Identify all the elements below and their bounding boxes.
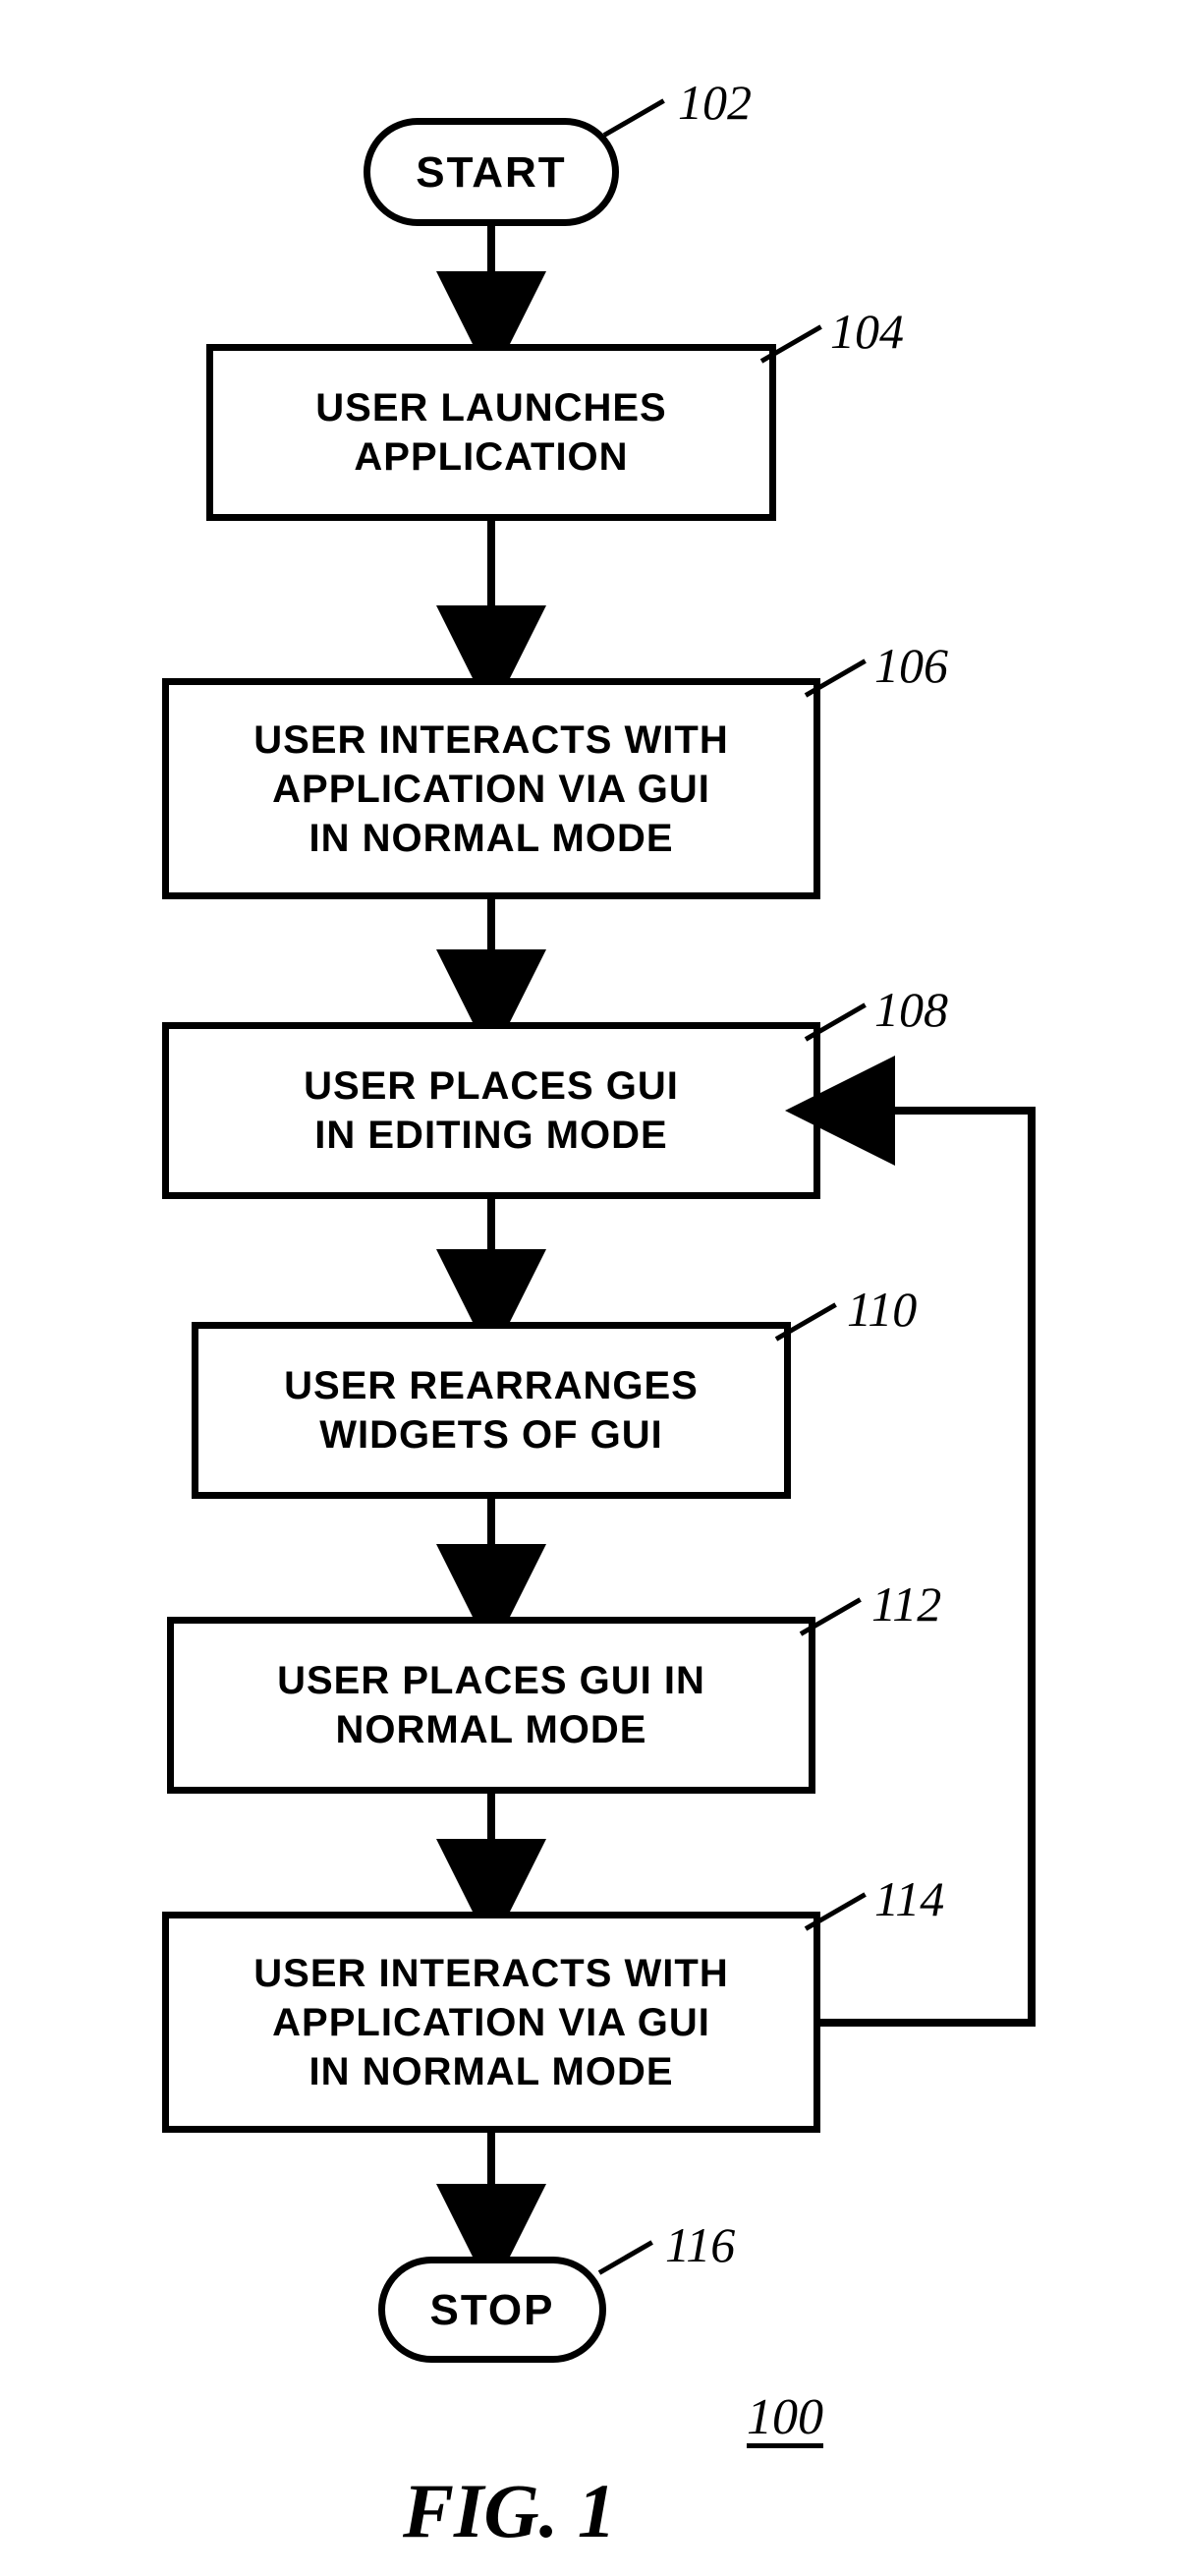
figure-number: 100 xyxy=(747,2388,823,2446)
flowchart-canvas: START 102 USER LAUNCHES APPLICATION 104 … xyxy=(0,0,1178,2576)
arrow-feedback-loop xyxy=(0,0,1178,2576)
figure-title: FIG. 1 xyxy=(403,2467,616,2555)
